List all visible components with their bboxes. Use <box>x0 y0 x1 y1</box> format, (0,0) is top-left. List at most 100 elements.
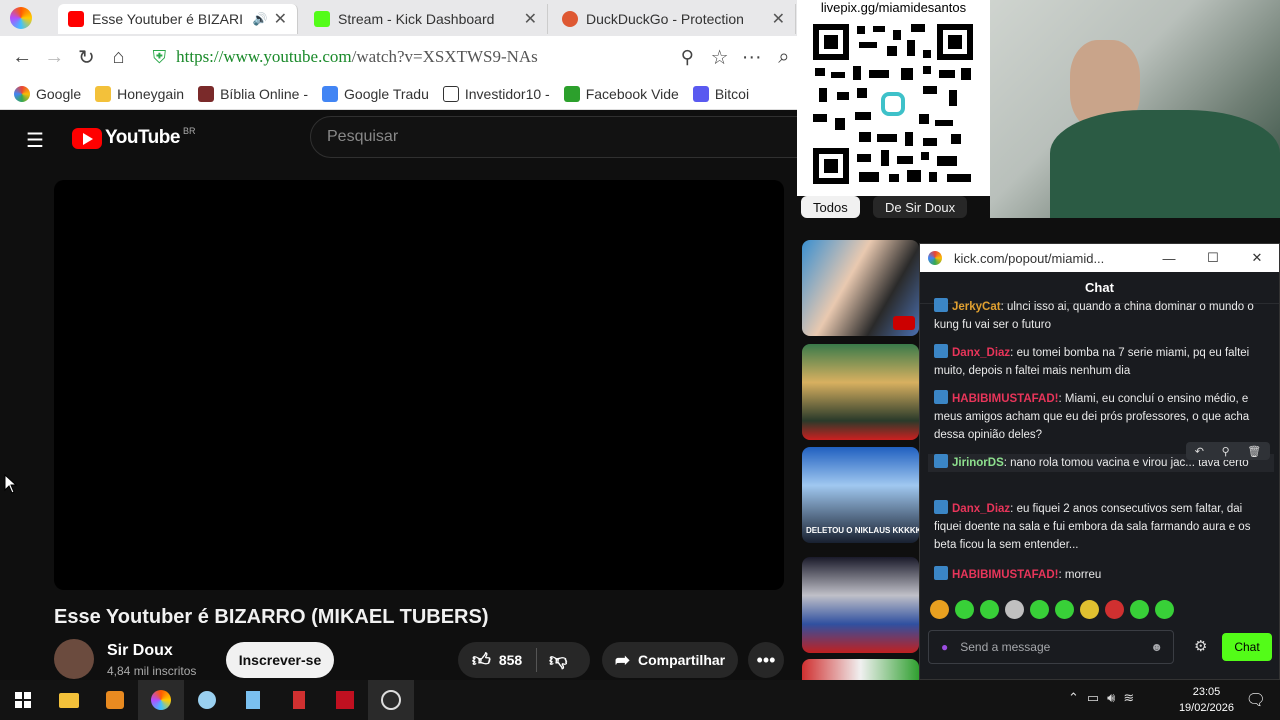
youtube-play-icon <box>72 127 102 149</box>
home-icon[interactable]: ⌂ <box>102 46 134 69</box>
tab-youtube[interactable]: Esse Youtuber é BIZARI 🔊 ✕ <box>58 4 298 34</box>
settings-gear-icon[interactable]: ⚙ <box>1194 637 1207 655</box>
emote-icon[interactable] <box>980 600 999 619</box>
share-button[interactable]: ➦ Compartilhar <box>602 642 738 678</box>
search-input[interactable]: Pesquisar <box>310 116 810 158</box>
emote-icon[interactable] <box>1155 600 1174 619</box>
obs-icon[interactable] <box>368 680 414 720</box>
translate-icon <box>322 85 339 102</box>
bookmark-honeygain[interactable]: Honeygain <box>95 85 184 102</box>
delete-icon[interactable]: 🗑︎ <box>1247 445 1261 458</box>
kick-chat-popout: kick.com/popout/miamid... — ☐ ✕ Chat Jer… <box>919 243 1280 680</box>
close-tab-icon[interactable]: ✕ <box>772 9 785 29</box>
emote-bar <box>930 600 1174 622</box>
chip-de-sir-doux[interactable]: De Sir Doux <box>873 196 968 218</box>
emote-icon[interactable] <box>1030 600 1049 619</box>
thumbs-down-icon[interactable]: 👎︎ <box>549 649 567 671</box>
google-icon <box>14 85 30 102</box>
channel-avatar[interactable] <box>54 639 94 679</box>
bookmark-bitcoin[interactable]: Bitcoi <box>692 85 749 102</box>
streamer-body <box>1050 110 1280 218</box>
emote-icon[interactable] <box>1055 600 1074 619</box>
like-count[interactable]: 858 <box>499 652 522 668</box>
paint-icon[interactable] <box>184 680 230 720</box>
browser-taskbar-icon[interactable] <box>138 680 184 720</box>
recommended-video-thumbnail[interactable]: DELETOU O NIKLAUS KKKKKKK <box>802 447 919 543</box>
media-player-icon[interactable] <box>92 680 138 720</box>
system-tray-icons[interactable]: ⌃▭🔊︎≋ <box>1068 690 1142 706</box>
livepix-url: livepix.gg/miamidesantos <box>820 0 967 15</box>
youtube-logo[interactable]: YouTube BR <box>72 126 195 149</box>
shield-check-icon: ⛨ <box>152 46 167 67</box>
live-badge-icon <box>893 316 915 330</box>
recommended-video-thumbnail[interactable] <box>802 659 919 680</box>
tab-title: Esse Youtuber é BIZARI <box>92 11 243 27</box>
browser-tab-strip: Esse Youtuber é BIZARI 🔊 ✕ Stream - Kick… <box>0 0 800 36</box>
close-tab-icon[interactable]: ✕ <box>274 9 287 29</box>
bookmark-google[interactable]: Google <box>14 85 81 102</box>
kick-badge-icon <box>934 298 948 312</box>
investidor-icon <box>442 85 459 102</box>
emote-icon[interactable] <box>1080 600 1099 619</box>
recommended-video-thumbnail[interactable] <box>802 344 919 440</box>
zoom-icon[interactable]: ⚲ <box>671 47 703 68</box>
forward-arrow-icon[interactable]: → <box>38 46 70 69</box>
emote-icon[interactable] <box>955 600 974 619</box>
calculator-icon[interactable] <box>276 680 322 720</box>
windows-start-icon[interactable] <box>0 680 46 720</box>
clock[interactable]: 23:05 19/02/2026 <box>1179 684 1234 716</box>
minimize-icon[interactable]: — <box>1147 251 1191 266</box>
notification-icon[interactable]: 🗨︎ <box>1246 690 1266 710</box>
recommended-video-thumbnail[interactable] <box>802 557 919 653</box>
bookmark-star-icon[interactable]: ☆ <box>703 45 735 70</box>
duckduckgo-favicon-icon <box>562 11 578 27</box>
search-icon[interactable]: ⌕ <box>768 46 800 69</box>
chat-message: HABIBIMUSTAFAD!: Miami, eu concluí o ens… <box>934 390 1264 444</box>
address-bar[interactable]: ⛨ https://www.youtube.com/watch?v=XSXTWS… <box>141 41 672 73</box>
emote-icon[interactable] <box>1005 600 1024 619</box>
video-player[interactable] <box>54 180 784 590</box>
microphone-icon[interactable]: ● <box>941 640 948 654</box>
close-icon[interactable]: ✕ <box>1235 250 1279 266</box>
chat-message: Danx_Diaz: eu fiquei 2 anos consecutivos… <box>934 500 1264 554</box>
notepad-icon[interactable] <box>230 680 276 720</box>
bookmark-investidor10[interactable]: Investidor10 - <box>442 85 550 102</box>
subscribe-button[interactable]: Inscrever-se <box>226 642 334 678</box>
emote-icon[interactable] <box>930 600 949 619</box>
flash-icon[interactable] <box>322 680 368 720</box>
emoji-icon[interactable]: ☻ <box>1150 640 1163 654</box>
speaker-icon[interactable]: 🔊 <box>253 12 268 26</box>
browser-nav-bar: ← → ↻ ⌂ ⛨ https://www.youtube.com/watch?… <box>0 36 800 78</box>
bookmark-facebook[interactable]: Facebook Vide <box>563 85 679 102</box>
more-dots-icon[interactable]: ··· <box>736 46 768 69</box>
reply-icon[interactable]: ↶ <box>1195 445 1204 458</box>
bookmark-biblia[interactable]: Bíblia Online - <box>198 85 308 102</box>
clock-date: 19/02/2026 <box>1178 702 1234 714</box>
thumbs-up-icon[interactable]: 👍︎ <box>472 649 491 671</box>
maximize-icon[interactable]: ☐ <box>1191 250 1235 266</box>
emote-icon[interactable] <box>1130 600 1149 619</box>
windows-taskbar: ⌃▭🔊︎≋ 23:05 19/02/2026 🗨︎ <box>0 680 1280 720</box>
channel-name[interactable]: Sir Doux <box>107 642 173 660</box>
popout-url: kick.com/popout/miamid... <box>954 250 1105 266</box>
bookmark-google-tradutor[interactable]: Google Tradu <box>322 85 429 102</box>
close-tab-icon[interactable]: ✕ <box>524 9 537 29</box>
honeygain-icon <box>95 85 112 102</box>
hamburger-menu-icon[interactable]: ☰ <box>26 128 44 153</box>
thumbnail-caption: DELETOU O NIKLAUS KKKKKKK <box>806 526 919 535</box>
file-explorer-icon[interactable] <box>46 680 92 720</box>
url-host: https://www.youtube.com <box>176 47 352 66</box>
reload-icon[interactable]: ↻ <box>70 45 102 70</box>
tab-kick-dashboard[interactable]: Stream - Kick Dashboard ✕ <box>304 4 548 34</box>
emote-icon[interactable] <box>1105 600 1124 619</box>
chip-todos[interactable]: Todos <box>801 196 860 218</box>
more-actions-icon[interactable]: ••• <box>748 642 784 678</box>
pin-icon[interactable]: ⚲ <box>1222 445 1230 458</box>
chat-message-input[interactable]: ● Send a message ☻ <box>928 630 1174 664</box>
back-arrow-icon[interactable]: ← <box>6 46 38 69</box>
send-chat-button[interactable]: Chat <box>1222 633 1272 661</box>
recommended-video-thumbnail[interactable] <box>802 240 919 336</box>
popout-title-bar[interactable]: kick.com/popout/miamid... — ☐ ✕ <box>920 244 1279 272</box>
tab-duckduckgo[interactable]: DuckDuckGo - Protection ✕ <box>552 4 796 34</box>
browser-logo-icon[interactable] <box>10 7 32 29</box>
